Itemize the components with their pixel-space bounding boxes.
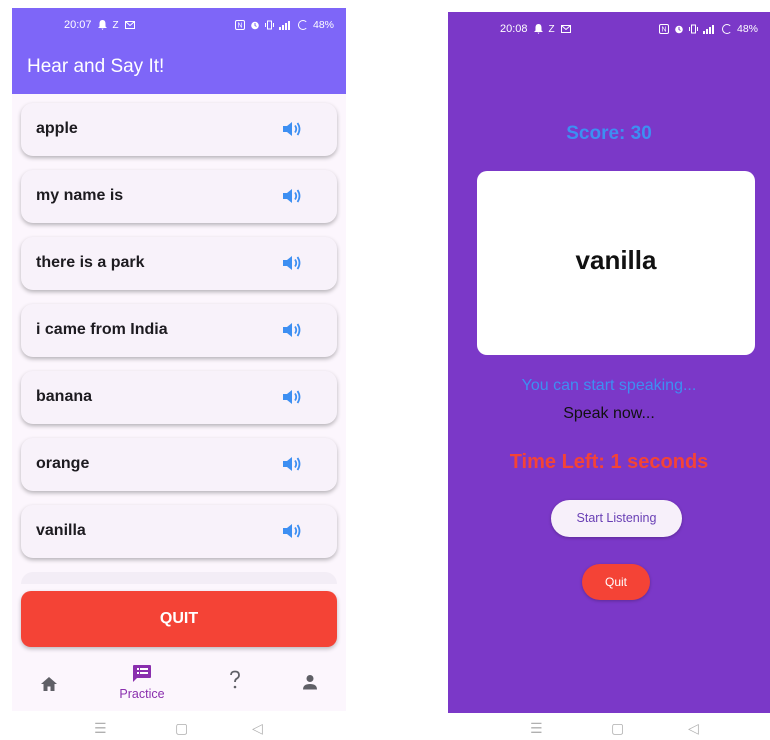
nav-help[interactable] <box>205 658 265 711</box>
nav-home[interactable] <box>19 658 79 711</box>
phrase-list[interactable]: apple my name is there is a park i came … <box>12 94 346 584</box>
phrase-label: vanilla <box>36 522 86 539</box>
score-label: Score: 30 <box>566 123 652 144</box>
signal-icon <box>278 21 290 30</box>
speaker-icon[interactable] <box>282 455 302 473</box>
quit-button[interactable]: Quit <box>582 564 650 600</box>
battery-icon <box>721 24 732 34</box>
home-button-icon[interactable]: ▢ <box>175 720 188 737</box>
alarm-icon <box>251 21 259 30</box>
nav-practice[interactable]: Practice <box>112 658 172 711</box>
list-item[interactable]: there is a park <box>21 237 337 290</box>
target-word: vanilla <box>575 245 657 275</box>
speech-prompt: Speak now... <box>563 405 655 422</box>
status-time: 20:07 <box>64 19 92 31</box>
mail-icon <box>124 21 135 29</box>
phrase-label: apple <box>36 120 78 137</box>
phrase-label: i came from India <box>36 321 168 338</box>
bottom-navigation: Practice <box>12 658 346 711</box>
list-item[interactable]: vanilla <box>21 505 337 558</box>
app-bar: 20:07 Z N 48% Hear and Say It! <box>12 8 346 94</box>
nav-profile[interactable] <box>280 658 340 711</box>
battery-level: 48% <box>736 23 758 35</box>
phrase-label: banana <box>36 388 93 405</box>
back-icon[interactable]: ◁ <box>688 720 699 737</box>
person-icon <box>303 675 317 690</box>
svg-text:N: N <box>661 27 666 34</box>
back-icon[interactable]: ◁ <box>252 720 263 737</box>
practice-list-screen: 20:07 Z N 48% Hear and Say It! apple my … <box>12 8 346 711</box>
speaker-icon[interactable] <box>282 522 302 540</box>
speaker-icon[interactable] <box>282 321 302 339</box>
speaker-icon[interactable] <box>282 388 302 406</box>
nav-practice-label: Practice <box>119 687 165 701</box>
nfc-icon: N <box>658 24 669 34</box>
app-title: Hear and Say It! <box>27 56 165 77</box>
status-bar: 20:08 Z N 48% <box>448 12 770 46</box>
bell-icon <box>533 24 543 34</box>
list-item[interactable]: banana <box>21 371 337 424</box>
alarm-icon <box>675 25 683 34</box>
menu-icon[interactable]: ☰ <box>530 720 543 737</box>
signal-icon <box>702 25 714 34</box>
z-icon: Z <box>112 19 119 31</box>
mail-icon <box>560 25 571 33</box>
system-nav-left: ☰ ▢ ◁ <box>88 720 288 740</box>
home-icon <box>41 677 57 691</box>
list-item[interactable]: apple <box>21 103 337 156</box>
battery-level: 48% <box>312 19 334 31</box>
speaker-icon[interactable] <box>282 187 302 205</box>
help-icon <box>230 670 240 689</box>
vibrate-icon <box>688 24 698 34</box>
svg-text:N: N <box>237 23 242 30</box>
speech-status: You can start speaking... <box>521 377 697 394</box>
phrase-label: there is a park <box>36 254 145 271</box>
status-time: 20:08 <box>500 23 528 35</box>
status-bar: 20:07 Z N 48% <box>12 8 346 42</box>
menu-icon[interactable]: ☰ <box>94 720 107 737</box>
phrase-label: my name is <box>36 187 124 204</box>
list-item-partial[interactable] <box>21 572 337 584</box>
time-left-label: Time Left: 1 seconds <box>509 451 709 473</box>
list-item[interactable]: i came from India <box>21 304 337 357</box>
nfc-icon: N <box>234 20 245 30</box>
z-icon: Z <box>548 23 555 35</box>
speaking-game-screen: 20:08 Z N 48% Score: 30 vanilla You can … <box>448 12 770 713</box>
quit-button[interactable]: QUIT <box>21 591 337 647</box>
phrase-label: orange <box>36 455 90 472</box>
word-card: vanilla <box>477 171 755 355</box>
battery-icon <box>297 20 308 30</box>
vibrate-icon <box>264 20 274 30</box>
start-listening-button[interactable]: Start Listening <box>551 500 682 537</box>
bell-icon <box>97 20 107 30</box>
list-item[interactable]: orange <box>21 438 337 491</box>
home-button-icon[interactable]: ▢ <box>611 720 624 737</box>
list-item[interactable]: my name is <box>21 170 337 223</box>
speaker-icon[interactable] <box>282 120 302 138</box>
speaker-icon[interactable] <box>282 254 302 272</box>
system-nav-right: ☰ ▢ ◁ <box>524 720 724 740</box>
practice-icon <box>133 665 151 682</box>
